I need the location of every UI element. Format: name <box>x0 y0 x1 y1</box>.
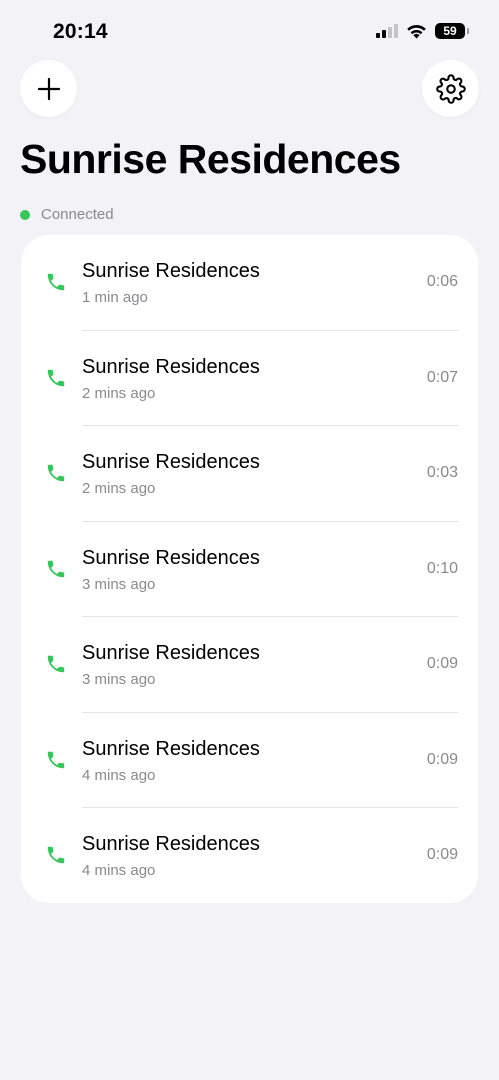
wifi-icon <box>407 24 426 38</box>
connection-status-label: Connected <box>41 206 114 223</box>
phone-icon <box>45 749 67 771</box>
call-row[interactable]: Sunrise Residences 2 mins ago 0:07 <box>21 331 478 426</box>
call-time-ago: 3 mins ago <box>82 671 156 688</box>
call-row[interactable]: Sunrise Residences 3 mins ago 0:09 <box>21 617 478 713</box>
phone-icon <box>45 271 67 293</box>
call-contact-name: Sunrise Residences <box>82 642 260 664</box>
call-duration: 0:09 <box>426 655 458 672</box>
call-row[interactable]: Sunrise Residences 4 mins ago 0:09 <box>21 713 478 808</box>
phone-icon <box>45 844 67 866</box>
status-icons: 59 <box>376 23 469 39</box>
add-button[interactable] <box>20 60 77 117</box>
call-duration: 0:06 <box>426 273 458 290</box>
call-contact-name: Sunrise Residences <box>82 451 260 473</box>
call-contact-name: Sunrise Residences <box>82 355 260 378</box>
call-row[interactable]: Sunrise Residences 2 mins ago 0:03 <box>21 426 478 522</box>
call-time-ago: 2 mins ago <box>82 384 156 402</box>
status-bar: 20:14 59 <box>0 0 499 60</box>
call-row[interactable]: Sunrise Residences 4 mins ago 0:09 <box>21 808 478 903</box>
plus-icon <box>37 77 60 100</box>
call-time-ago: 4 mins ago <box>82 766 156 784</box>
call-row[interactable]: Sunrise Residences 3 mins ago 0:10 <box>21 522 478 617</box>
call-duration: 0:09 <box>426 846 458 863</box>
call-duration: 0:09 <box>426 750 458 768</box>
page-title: Sunrise Residences <box>20 136 401 182</box>
battery-icon: 59 <box>435 23 469 39</box>
connection-status: Connected <box>20 206 114 223</box>
phone-icon <box>45 367 67 389</box>
phone-icon <box>45 653 67 675</box>
phone-icon <box>45 462 67 484</box>
call-duration: 0:10 <box>426 559 458 577</box>
call-duration: 0:03 <box>426 464 458 481</box>
gear-icon <box>435 73 466 104</box>
settings-button[interactable] <box>422 60 479 117</box>
call-row[interactable]: Sunrise Residences 1 min ago 0:06 <box>21 235 478 331</box>
connected-dot-icon <box>20 209 30 220</box>
call-time-ago: 2 mins ago <box>82 480 156 497</box>
recent-calls-list: Sunrise Residences 1 min ago 0:06 Sunrise R… <box>21 235 478 903</box>
call-contact-name: Sunrise Residences <box>82 546 260 569</box>
call-contact-name: Sunrise Residences <box>82 737 260 760</box>
call-contact-name: Sunrise Residences <box>82 260 260 282</box>
phone-icon <box>45 558 67 580</box>
call-time-ago: 3 mins ago <box>82 575 156 593</box>
cellular-signal-icon <box>376 24 398 38</box>
app-screen: 20:14 59 Sunrise Residences Connected Su… <box>0 0 499 1080</box>
status-time: 20:14 <box>53 20 108 43</box>
call-duration: 0:07 <box>426 368 458 386</box>
call-time-ago: 1 min ago <box>82 289 148 306</box>
call-contact-name: Sunrise Residences <box>82 833 260 855</box>
battery-level: 59 <box>443 24 457 38</box>
call-time-ago: 4 mins ago <box>82 862 156 879</box>
